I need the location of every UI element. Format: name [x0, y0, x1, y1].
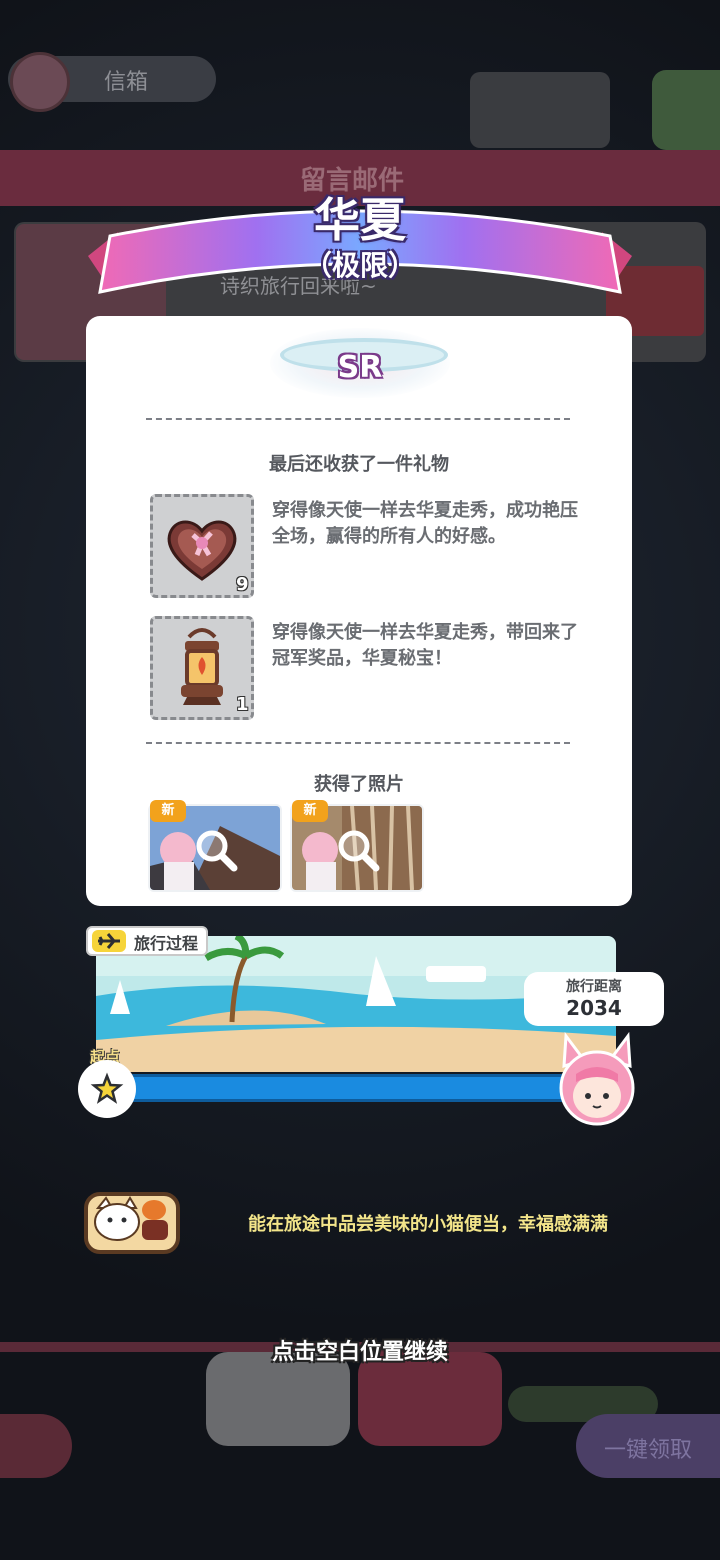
collect-all-label: 一键领取	[604, 1438, 693, 1463]
distance-value: 2034	[566, 996, 622, 1020]
photo-section-title: 获得了照片	[314, 774, 404, 795]
mailbox-label: 信箱	[104, 70, 149, 95]
new-badge: 新	[150, 800, 186, 822]
settings-button	[206, 1352, 350, 1446]
difficulty-label: （极限）	[303, 249, 416, 282]
new-badge: 新	[292, 800, 328, 822]
event-text: 能在旅途中品尝美味的小猫便当，幸福感满满	[248, 1214, 608, 1235]
info-panel	[470, 72, 610, 148]
side-button	[652, 70, 720, 150]
rarity-badge: SR	[337, 350, 383, 385]
avatar	[10, 52, 70, 112]
travel-progress-bar	[110, 1074, 610, 1102]
character-avatar	[556, 1030, 638, 1130]
cat-bento-icon	[80, 1180, 184, 1264]
divider-bottom	[146, 742, 570, 744]
airplane-icon	[92, 930, 126, 956]
star-icon	[90, 1072, 124, 1104]
zoom-icon-2[interactable]	[336, 828, 380, 876]
pink-cat-girl-icon	[559, 1031, 635, 1126]
mail-tab-button	[358, 1352, 502, 1446]
back-button	[0, 1414, 72, 1478]
travel-tag-label: 旅行过程	[134, 934, 199, 953]
start-point	[78, 1060, 136, 1118]
gift-desc-2: 穿得像天使一样去华夏走秀，带回来了冠军奖品，华夏秘宝！	[272, 622, 578, 669]
divider-top	[146, 418, 570, 420]
gift-count-2: 1	[236, 694, 249, 715]
zoom-icon-1[interactable]	[194, 828, 238, 876]
location-title: 华夏	[314, 193, 406, 247]
gift-section-title: 最后还收获了一件礼物	[269, 454, 449, 475]
gift-desc-1: 穿得像天使一样去华夏走秀，成功艳压全场，赢得的所有人的好感。	[272, 500, 578, 547]
gift-count-1: 9	[236, 574, 249, 595]
distance-label: 旅行距离	[566, 979, 622, 995]
continue-hint: 点击空白位置继续	[271, 1340, 448, 1365]
